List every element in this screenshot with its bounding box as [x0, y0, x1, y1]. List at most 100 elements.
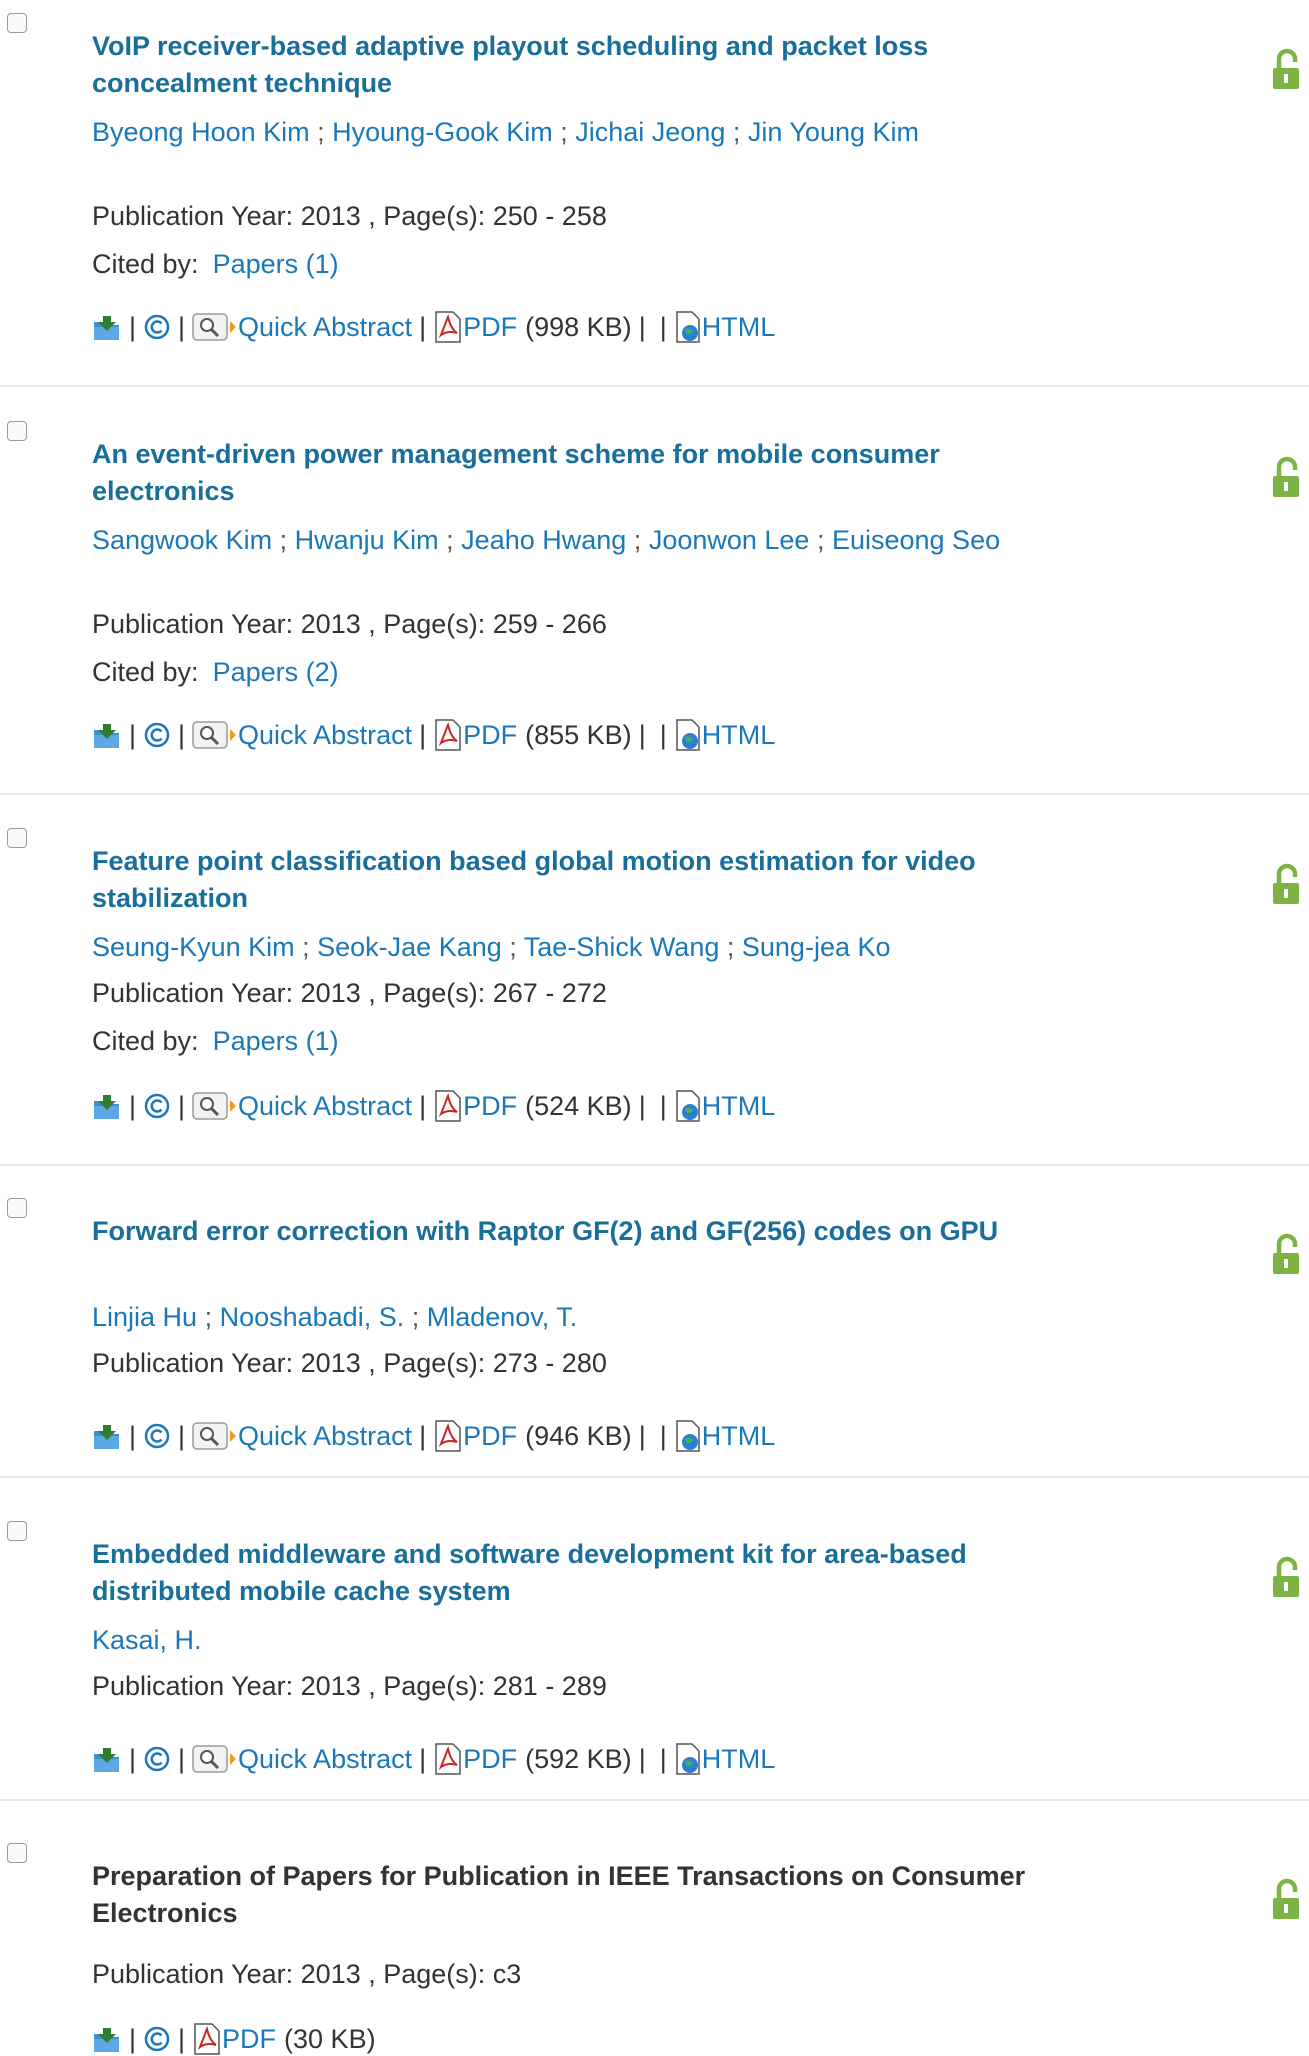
author-separator: ; [501, 932, 524, 962]
download-folder-icon[interactable] [92, 312, 122, 342]
open-lock-icon [1270, 863, 1302, 907]
publication-info: Publication Year: 2013 , Page(s): 259 - … [92, 609, 607, 639]
author-link[interactable]: Nooshabadi, S. [220, 1302, 405, 1332]
quick-abstract-link[interactable]: Quick Abstract [238, 1419, 412, 1453]
author-link[interactable]: Tae-Shick Wang [524, 932, 720, 962]
separator: | [638, 720, 646, 750]
cited-by: Cited by: Papers (2) [92, 654, 339, 691]
pdf-icon[interactable] [433, 719, 463, 751]
pdf-link[interactable]: PDF [463, 1089, 517, 1123]
select-checkbox[interactable] [7, 1843, 27, 1863]
pdf-size: (524 KB) [525, 1091, 632, 1121]
download-folder-icon[interactable] [92, 1744, 122, 1774]
separator: | [638, 312, 646, 342]
download-folder-icon[interactable] [92, 1091, 122, 1121]
copyright-icon[interactable] [143, 1092, 171, 1120]
article-title[interactable]: Forward error correction with Raptor GF(… [92, 1213, 1052, 1250]
html-link[interactable]: HTML [702, 310, 776, 344]
open-lock-icon [1270, 1878, 1302, 1922]
quick-abstract-link[interactable]: Quick Abstract [238, 1089, 412, 1123]
select-checkbox[interactable] [7, 421, 27, 441]
html-globe-icon[interactable] [674, 1743, 702, 1775]
author-link[interactable]: Jichai Jeong [575, 117, 725, 147]
author-list: Sangwook Kim ; Hwanju Kim ; Jeaho Hwang … [92, 522, 1012, 559]
magnifier-icon[interactable] [192, 720, 238, 750]
publication-info: Publication Year: 2013 , Page(s): 250 - … [92, 201, 607, 231]
pdf-link[interactable]: PDF [463, 718, 517, 752]
author-link[interactable]: Seok-Jae Kang [317, 932, 502, 962]
pdf-link[interactable]: PDF [463, 1742, 517, 1776]
separator: | [178, 1091, 186, 1121]
author-link[interactable]: Sangwook Kim [92, 525, 272, 555]
magnifier-icon[interactable] [192, 1421, 238, 1451]
pdf-link[interactable]: PDF [463, 1419, 517, 1453]
download-folder-icon[interactable] [92, 720, 122, 750]
html-link[interactable]: HTML [702, 718, 776, 752]
publication-info: Publication Year: 2013 , Page(s): c3 [92, 1959, 522, 1989]
author-link[interactable]: Joonwon Lee [649, 525, 810, 555]
open-lock-icon [1270, 1556, 1302, 1600]
author-link[interactable]: Linjia Hu [92, 1302, 197, 1332]
html-globe-icon[interactable] [674, 311, 702, 343]
author-link[interactable]: Hyoung-Gook Kim [332, 117, 553, 147]
html-globe-icon[interactable] [674, 719, 702, 751]
separator: | [638, 1421, 646, 1451]
author-link[interactable]: Byeong Hoon Kim [92, 117, 310, 147]
pdf-size: (998 KB) [525, 312, 632, 342]
pdf-icon[interactable] [433, 1420, 463, 1452]
author-separator: ; [719, 932, 742, 962]
pdf-icon[interactable] [433, 1743, 463, 1775]
separator: | [178, 312, 186, 342]
copyright-icon[interactable] [143, 1422, 171, 1450]
cited-by-link[interactable]: Papers (1) [213, 1026, 339, 1056]
quick-abstract-link[interactable]: Quick Abstract [238, 718, 412, 752]
pdf-icon[interactable] [433, 1090, 463, 1122]
magnifier-icon[interactable] [192, 312, 238, 342]
article-title[interactable]: VoIP receiver-based adaptive playout sch… [92, 28, 1052, 102]
author-link[interactable]: Sung-jea Ko [742, 932, 891, 962]
magnifier-icon[interactable] [192, 1744, 238, 1774]
author-link[interactable]: Seung-Kyun Kim [92, 932, 295, 962]
author-link[interactable]: Mladenov, T. [427, 1302, 578, 1332]
cited-by-label: Cited by: [92, 657, 199, 687]
separator: | [638, 1744, 646, 1774]
author-link[interactable]: Hwanju Kim [295, 525, 439, 555]
html-globe-icon[interactable] [674, 1090, 702, 1122]
download-folder-icon[interactable] [92, 2024, 122, 2054]
copyright-icon[interactable] [143, 2025, 171, 2053]
html-link[interactable]: HTML [702, 1419, 776, 1453]
quick-abstract-link[interactable]: Quick Abstract [238, 1742, 412, 1776]
html-link[interactable]: HTML [702, 1089, 776, 1123]
article-title[interactable]: Feature point classification based globa… [92, 843, 1052, 917]
select-checkbox[interactable] [7, 828, 27, 848]
separator: | [129, 312, 137, 342]
publication-info: Publication Year: 2013 , Page(s): 273 - … [92, 1348, 607, 1378]
open-lock-icon [1270, 48, 1302, 92]
separator: | [419, 312, 427, 342]
author-link[interactable]: Kasai, H. [92, 1625, 202, 1655]
download-folder-icon[interactable] [92, 1421, 122, 1451]
quick-abstract-link[interactable]: Quick Abstract [238, 310, 412, 344]
select-checkbox[interactable] [7, 1521, 27, 1541]
html-globe-icon[interactable] [674, 1420, 702, 1452]
author-link[interactable]: Jeaho Hwang [461, 525, 626, 555]
publication-info: Publication Year: 2013 , Page(s): 267 - … [92, 978, 607, 1008]
html-link[interactable]: HTML [702, 1742, 776, 1776]
select-checkbox[interactable] [7, 1198, 27, 1218]
copyright-icon[interactable] [143, 313, 171, 341]
author-link[interactable]: Jin Young Kim [748, 117, 919, 147]
copyright-icon[interactable] [143, 721, 171, 749]
magnifier-icon[interactable] [192, 1091, 238, 1121]
article-title[interactable]: An event-driven power management scheme … [92, 436, 1052, 510]
cited-by-link[interactable]: Papers (2) [213, 657, 339, 687]
pdf-icon[interactable] [433, 311, 463, 343]
select-checkbox[interactable] [7, 13, 27, 33]
cited-by-link[interactable]: Papers (1) [213, 249, 339, 279]
pdf-link[interactable]: PDF [463, 310, 517, 344]
pdf-icon[interactable] [192, 2023, 222, 2055]
entry-divider [0, 1476, 1309, 1478]
action-bar: | | Quick Abstract | PDF (592 KB) | | HTML [92, 1742, 775, 1776]
author-link[interactable]: Euiseong Seo [832, 525, 1000, 555]
article-title[interactable]: Embedded middleware and software develop… [92, 1536, 1052, 1610]
copyright-icon[interactable] [143, 1745, 171, 1773]
